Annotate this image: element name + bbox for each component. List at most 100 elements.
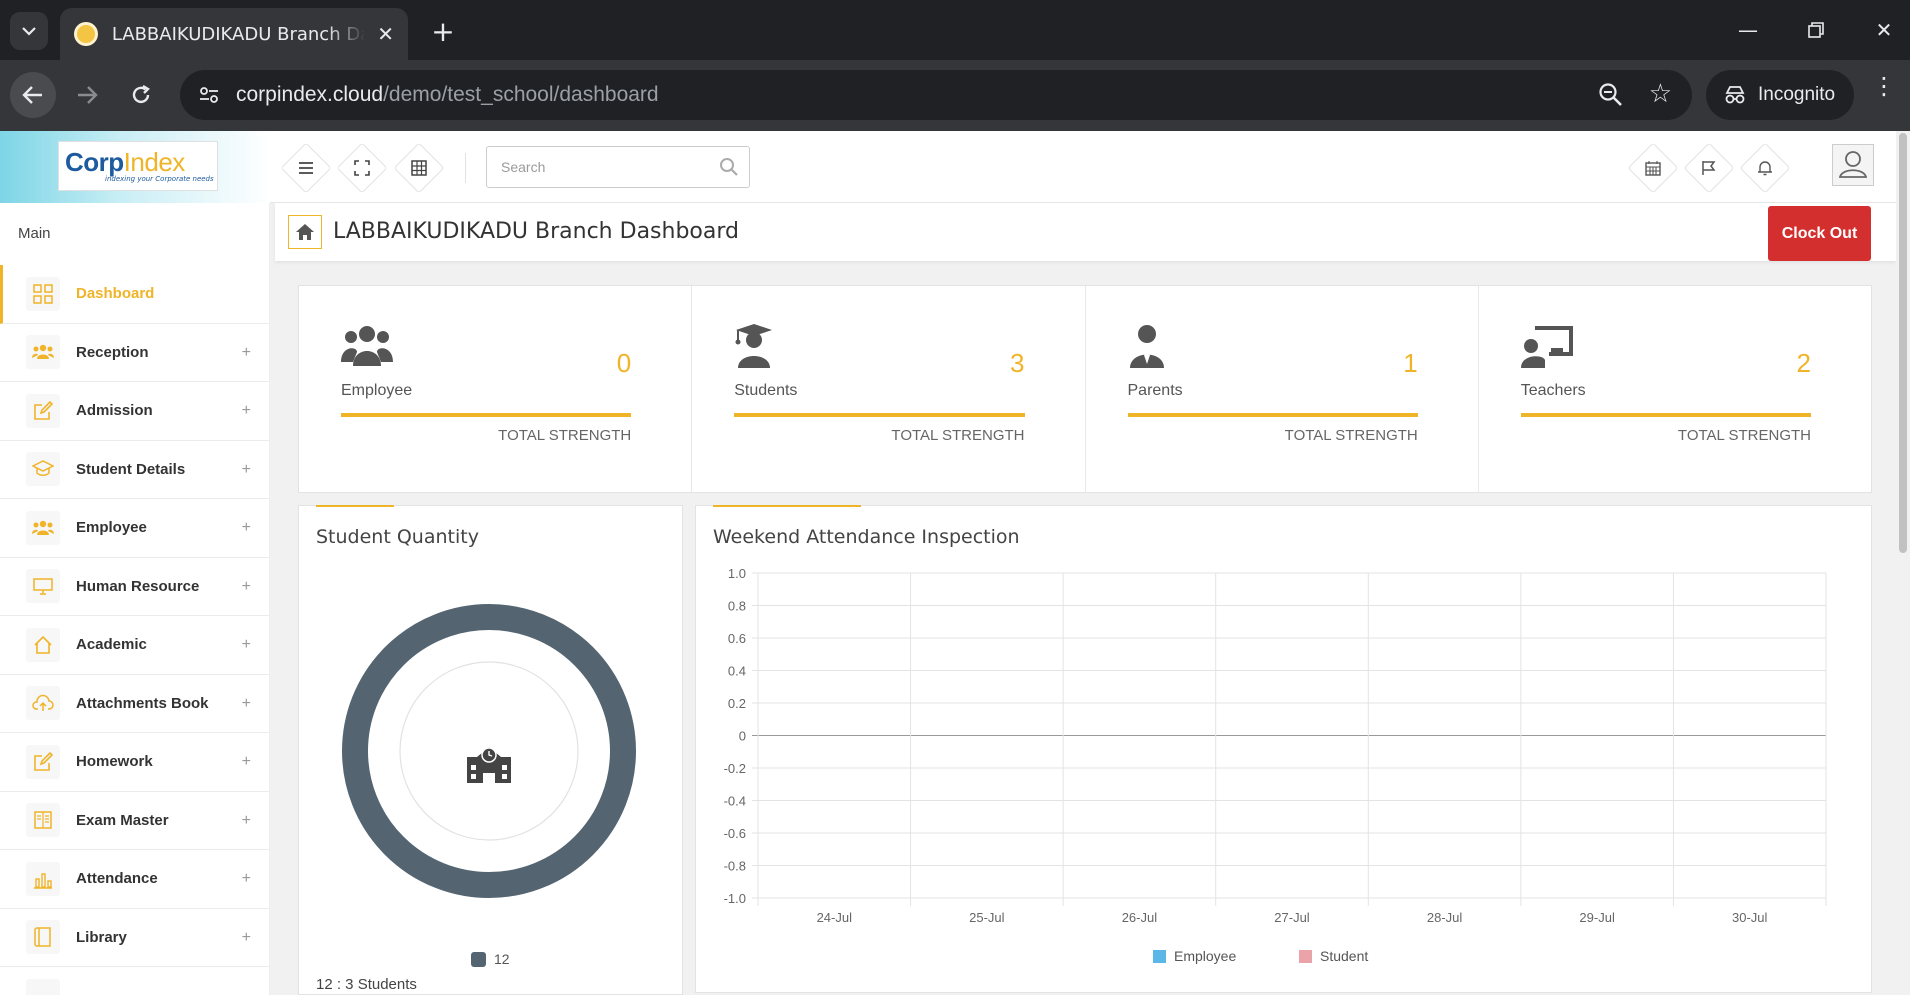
stat-progress-bar: [341, 413, 632, 417]
bookmark-star-icon[interactable]: ☆: [1649, 79, 1672, 109]
sidebar-item-employee[interactable]: Employee +: [0, 499, 269, 558]
teacher-icon: [1520, 326, 1573, 368]
tab-title: LABBAIKUDIKADU Branch Dashboard: [111, 23, 365, 45]
home-icon: [26, 627, 60, 662]
donut-legend[interactable]: 12: [471, 951, 510, 967]
close-tab-icon[interactable]: ✕: [377, 22, 394, 46]
y-tick-label: 0.6: [728, 631, 746, 646]
incognito-badge[interactable]: Incognito: [1706, 70, 1854, 120]
incognito-label: Incognito: [1758, 84, 1836, 105]
apps-grid-button[interactable]: [400, 149, 438, 187]
sidebar-item-label: Human Resource: [76, 577, 200, 595]
legend-swatch: [1299, 950, 1312, 963]
x-tick-label: 25-Jul: [969, 910, 1005, 925]
browser-tab[interactable]: LABBAIKUDIKADU Branch Dashboard ✕: [60, 8, 408, 60]
sidebar-item-label: Attendance: [76, 870, 158, 888]
new-tab-button[interactable]: +: [424, 12, 462, 50]
sidebar-item-label: Admission: [76, 402, 153, 420]
menu-toggle-button[interactable]: [287, 149, 325, 187]
page-heading-bar: LABBAIKUDIKADU Branch Dashboard Clock Ou…: [275, 203, 1896, 261]
scrollbar-thumb[interactable]: [1899, 133, 1907, 553]
search-input[interactable]: [501, 159, 711, 175]
student-quantity-panel: Student Quantity 12 12 : 3 Students: [298, 505, 683, 995]
stat-progress-bar: [734, 413, 1025, 417]
restore-icon[interactable]: [1796, 10, 1836, 50]
zoom-icon[interactable]: [1598, 82, 1624, 108]
close-window-icon[interactable]: ✕: [1864, 10, 1904, 50]
address-bar[interactable]: corpindex.cloud/demo/test_school/dashboa…: [180, 70, 1692, 120]
chevron-down-icon: [22, 27, 36, 36]
sidebar-item-label: Employee: [76, 519, 147, 537]
forward-button[interactable]: [64, 72, 110, 118]
sidebar-item-label: Student Details: [76, 460, 186, 478]
arrow-left-icon: [22, 86, 42, 104]
stat-subtitle: TOTAL STRENGTH: [498, 427, 632, 444]
flag-button[interactable]: [1690, 149, 1728, 187]
bell-icon: [1758, 161, 1772, 176]
browser-toolbar: corpindex.cloud/demo/test_school/dashboa…: [0, 60, 1910, 131]
sidebar-item-attendance[interactable]: Attendance +: [0, 850, 269, 909]
legend-label: 12: [494, 951, 510, 967]
logo-area: CorpIndex indexing your Corporate needs: [0, 131, 270, 203]
donut-chart[interactable]: [339, 601, 639, 901]
page-scrollbar[interactable]: [1896, 131, 1910, 995]
calendar-button[interactable]: [1634, 149, 1672, 187]
edit-icon: [26, 393, 60, 428]
users-icon: [26, 510, 60, 545]
user-avatar[interactable]: [1832, 144, 1874, 186]
incognito-icon: [1725, 86, 1745, 104]
sidebar-item-academic[interactable]: Academic +: [0, 616, 269, 675]
home-button[interactable]: [288, 215, 322, 249]
sidebar-item-attachments-book[interactable]: Attachments Book +: [0, 675, 269, 733]
tab-search-button[interactable]: [10, 12, 48, 50]
sidebar-item-label: Homework: [76, 753, 153, 771]
sidebar-item-library[interactable]: Library +: [0, 909, 269, 967]
stat-label: Employee: [341, 382, 413, 399]
stat-parents: 1 Parents TOTAL STRENGTH: [1086, 286, 1479, 492]
sidebar-item-reception[interactable]: Reception +: [0, 324, 269, 382]
x-tick-label: 29-Jul: [1579, 910, 1615, 925]
sidebar-item-dashboard[interactable]: Dashboard: [0, 265, 269, 324]
sidebar-item-exam-master[interactable]: Exam Master +: [0, 792, 269, 850]
expand-plus-icon: +: [241, 811, 251, 829]
clock-out-button[interactable]: Clock Out: [1768, 206, 1871, 261]
student-icon: [735, 324, 773, 368]
expand-plus-icon: +: [241, 694, 251, 712]
cloud-upload-icon: [26, 686, 60, 721]
back-button[interactable]: [10, 72, 56, 118]
expand-plus-icon: +: [241, 928, 251, 946]
book-icon: [26, 803, 60, 838]
attendance-line-chart[interactable]: 1.0 0.8 0.6 0.4 0.2 0 -0.2 -0.4 -0.6 -0.8 -1.0 24-J…: [696, 506, 1873, 994]
expand-plus-icon: +: [241, 636, 251, 653]
search-icon[interactable]: [719, 157, 739, 177]
sidebar-item-human-resource[interactable]: Human Resource +: [0, 558, 269, 616]
school-icon: [467, 747, 511, 783]
stat-subtitle: TOTAL STRENGTH: [1677, 427, 1811, 444]
stat-progress-bar: [1127, 413, 1418, 417]
sidebar-item-student-details[interactable]: Student Details +: [0, 441, 269, 499]
sidebar-item-admission[interactable]: Admission +: [0, 382, 269, 441]
site-settings-icon[interactable]: [194, 80, 224, 110]
sidebar-item-next[interactable]: [0, 967, 269, 995]
stat-employee: 0 Employee TOTAL STRENGTH: [299, 286, 693, 492]
x-tick-label: 27-Jul: [1274, 910, 1310, 925]
browser-menu-icon[interactable]: ⋮: [1872, 74, 1896, 98]
url-text: corpindex.cloud/demo/test_school/dashboa…: [236, 83, 659, 107]
book-icon: [26, 920, 60, 955]
stat-students: 3 Students TOTAL STRENGTH: [692, 286, 1086, 492]
y-tick-label: 1.0: [728, 566, 746, 581]
y-tick-label: 0.8: [728, 599, 746, 614]
x-tick-label: 28-Jul: [1427, 910, 1463, 925]
minimize-icon[interactable]: —: [1728, 10, 1768, 50]
reload-button[interactable]: [118, 72, 164, 118]
fullscreen-button[interactable]: [343, 149, 381, 187]
stat-subtitle: TOTAL STRENGTH: [891, 427, 1025, 444]
notifications-button[interactable]: [1746, 149, 1784, 187]
flag-icon: [1702, 161, 1716, 175]
y-tick-label: 0.4: [728, 664, 746, 679]
sidebar-item-homework[interactable]: Homework +: [0, 733, 269, 792]
logo-accent: Index: [123, 147, 186, 177]
company-logo[interactable]: CorpIndex indexing your Corporate needs: [58, 141, 218, 191]
arrow-right-icon: [78, 86, 98, 104]
expand-plus-icon: +: [241, 519, 251, 536]
